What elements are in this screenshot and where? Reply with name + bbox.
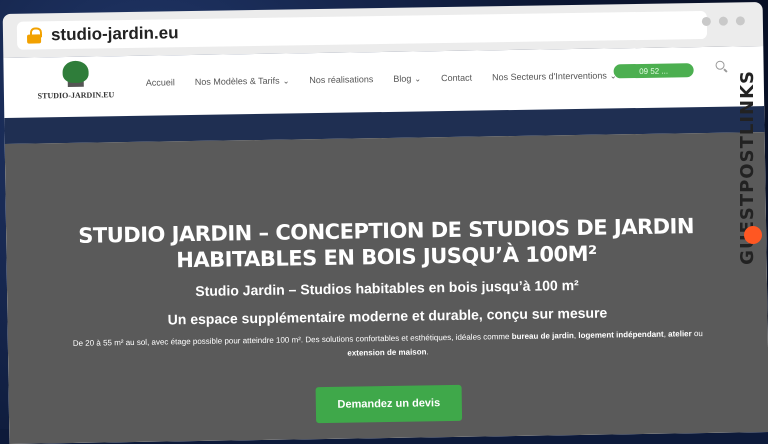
guestpostlinks-watermark: GUESTPOSTLINKS [737,30,768,265]
window-dot-icon[interactable] [718,16,728,26]
window-dot-icon[interactable] [701,16,711,27]
url-text: studio-jardin.eu [50,23,179,45]
site-logo[interactable]: STUDIO-JARDIN.EU [35,60,116,113]
menu-item-accueil[interactable]: Accueil [146,77,175,87]
window-controls [701,16,745,27]
hero-description: De 20 à 55 m² au sol, avec étage possibl… [72,329,703,358]
hero-tagline: Un espace supplémentaire moderne et dura… [167,304,608,328]
search-icon[interactable] [715,60,725,70]
lock-icon [26,27,43,44]
menu-item-contact[interactable]: Contact [441,73,472,83]
request-quote-button[interactable]: Demandez un devis [315,384,463,424]
logo-text: STUDIO-JARDIN.EU [37,90,115,101]
window-dot-icon[interactable] [735,16,745,26]
menu-item-realisations[interactable]: Nos réalisations [309,74,373,85]
page: STUDIO-JARDIN.EU Accueil Nos Modèles & T… [3,46,768,444]
hero-subtitle: Studio Jardin – Studios habitables en bo… [195,276,579,300]
tree-icon [62,60,89,84]
menu-item-modeles[interactable]: Nos Modèles & Tarifs ⌄ [195,76,290,87]
chevron-down-icon: ⌄ [414,74,422,84]
phone-button[interactable]: 09 52 ... [613,63,694,79]
menu-item-secteurs[interactable]: Nos Secteurs d'Interventions ⌄ [492,70,617,83]
chevron-down-icon: ⌄ [282,76,290,86]
address-bar[interactable]: studio-jardin.eu [16,10,708,50]
hero-section: Studio Jardin – Conception de studios de… [4,132,768,444]
menu-item-blog[interactable]: Blog ⌄ [393,73,422,84]
browser-window: studio-jardin.eu STUDIO-JARDIN.EU Accuei… [2,2,768,444]
main-menu: Accueil Nos Modèles & Tarifs ⌄ Nos réalis… [146,70,617,88]
hero-title: Studio Jardin – Conception de studios de… [78,214,695,273]
watermark-logo-icon [744,226,762,244]
